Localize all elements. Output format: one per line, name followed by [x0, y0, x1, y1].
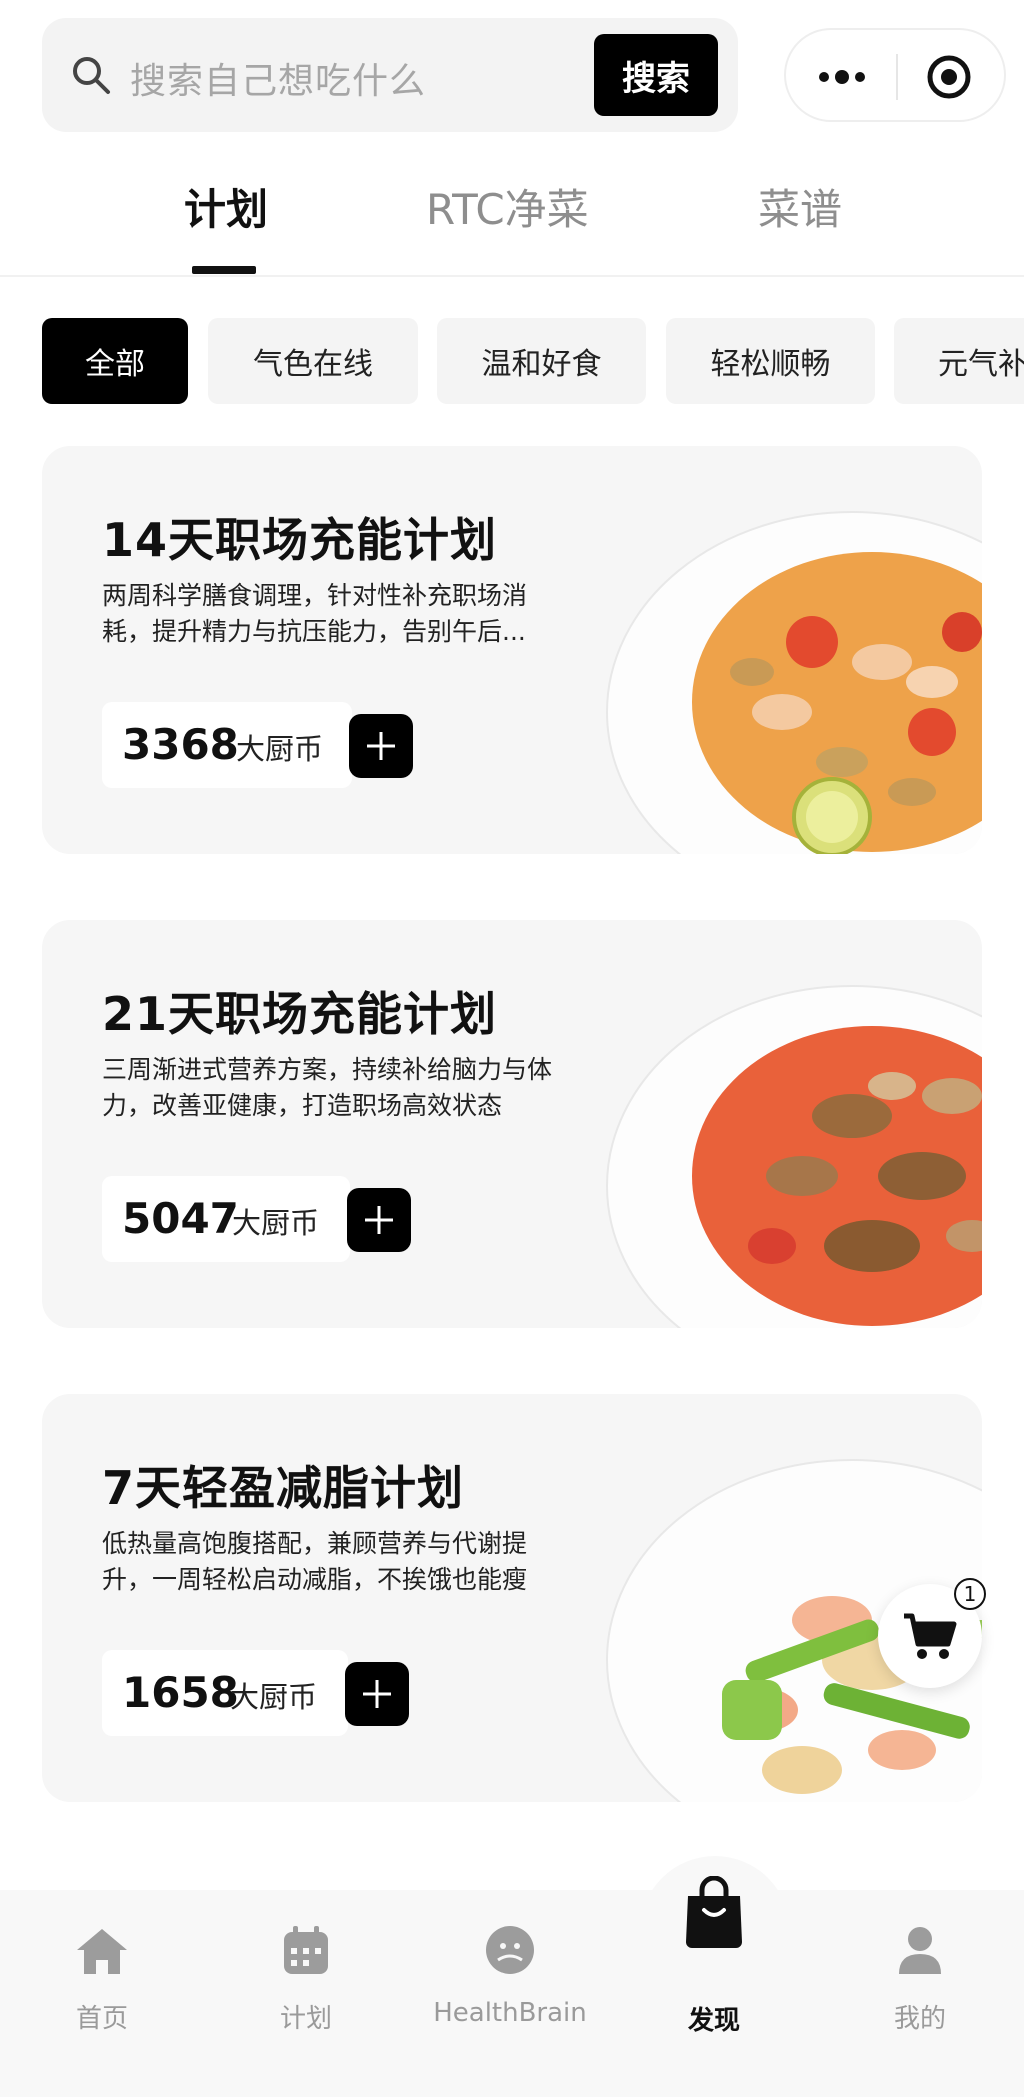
chip-gentle-food[interactable]: 温和好食: [437, 318, 646, 404]
price-unit: 大厨币: [230, 1680, 318, 1714]
plus-icon: [365, 1206, 393, 1234]
search-icon: [73, 57, 110, 94]
add-plan-button[interactable]: [345, 1662, 409, 1726]
plan-title: 14天职场充能计划: [102, 513, 498, 567]
nav-label: 计划: [279, 2004, 332, 2034]
nav-item-discover[interactable]: 发现: [624, 1876, 804, 2097]
home-icon: [77, 1929, 127, 1974]
cart-icon: [904, 1613, 957, 1659]
price-value: 1658: [122, 1668, 239, 1717]
price-box: 5047 大厨币: [102, 1176, 350, 1262]
chip-complexion[interactable]: 气色在线: [208, 318, 418, 404]
plus-icon: [367, 732, 395, 760]
nav-item-healthbrain[interactable]: HealthBrain: [420, 1890, 600, 2097]
price-box: 1658 大厨币: [102, 1650, 348, 1736]
miniprogram-capsule: [784, 28, 1006, 122]
tab-underline: [192, 266, 256, 274]
nav-item-plan[interactable]: 计划: [216, 1890, 396, 2097]
capsule-divider: [896, 54, 898, 100]
nav-item-profile[interactable]: 我的: [830, 1890, 1010, 2097]
chip-smooth[interactable]: 轻松顺畅: [666, 318, 875, 404]
plan-card[interactable]: 21天职场充能计划 三周渐进式营养方案，持续补给脑力与体力，改善亚健康，打造职场…: [42, 920, 982, 1328]
brain-icon: [486, 1926, 534, 1974]
shrimp-tomato-soup-image: [606, 511, 982, 854]
tab-plan[interactable]: 计划: [184, 176, 268, 237]
plan-description: 三周渐进式营养方案，持续补给脑力与体力，改善亚健康，打造职场高效状态: [102, 1055, 553, 1120]
more-icon[interactable]: [812, 54, 872, 100]
add-plan-button[interactable]: [349, 714, 413, 778]
chip-vitality[interactable]: 元气补: [894, 318, 1024, 404]
add-plan-button[interactable]: [347, 1188, 411, 1252]
tab-rtc[interactable]: RTC净菜: [426, 176, 589, 237]
plan-card[interactable]: 14天职场充能计划 两周科学膳食调理，针对性补充职场消耗，提升精力与抗压能力，告…: [42, 446, 982, 854]
plus-icon: [363, 1680, 391, 1708]
nav-label: HealthBrain: [433, 1998, 587, 2028]
price-box: 3368 大厨币: [102, 702, 352, 788]
cart-count-badge: 1: [954, 1578, 986, 1610]
plan-description: 低热量高饱腹搭配，兼顾营养与代谢提升，一周轻松启动减脂，不挨饿也能瘦: [102, 1529, 528, 1594]
tab-recipes[interactable]: 菜谱: [758, 176, 842, 237]
shopping-bag-icon: [686, 1876, 742, 1948]
close-target-icon[interactable]: [926, 54, 972, 100]
nav-label: 我的: [893, 2004, 946, 2034]
person-icon: [899, 1927, 941, 1974]
plan-title: 7天轻盈减脂计划: [102, 1461, 465, 1515]
tabs-divider: [0, 275, 1024, 277]
chip-all[interactable]: 全部: [42, 318, 188, 404]
price-value: 5047: [122, 1194, 239, 1243]
price-value: 3368: [122, 720, 239, 769]
price-unit: 大厨币: [232, 1206, 320, 1240]
beef-mushroom-stew-image: [606, 985, 982, 1328]
plan-description: 两周科学膳食调理，针对性补充职场消耗，提升精力与抗压能力，告别午后...: [102, 581, 528, 646]
search-button[interactable]: 搜索: [594, 34, 718, 116]
nav-label: 发现: [687, 2006, 740, 2036]
plan-card[interactable]: 7天轻盈减脂计划 低热量高饱腹搭配，兼顾营养与代谢提升，一周轻松启动减脂，不挨饿…: [42, 1394, 982, 1802]
search-input[interactable]: 搜索自己想吃什么: [130, 52, 426, 104]
search-bar[interactable]: 搜索自己想吃什么 搜索: [42, 18, 738, 132]
price-unit: 大厨币: [236, 732, 324, 766]
nav-item-home[interactable]: 首页: [12, 1890, 192, 2097]
calendar-icon: [284, 1926, 328, 1974]
plan-title: 21天职场充能计划: [102, 987, 498, 1041]
bottom-nav: 首页 计划 HealthBrain 发现 我的: [0, 1876, 1024, 2097]
nav-label: 首页: [75, 2004, 128, 2034]
